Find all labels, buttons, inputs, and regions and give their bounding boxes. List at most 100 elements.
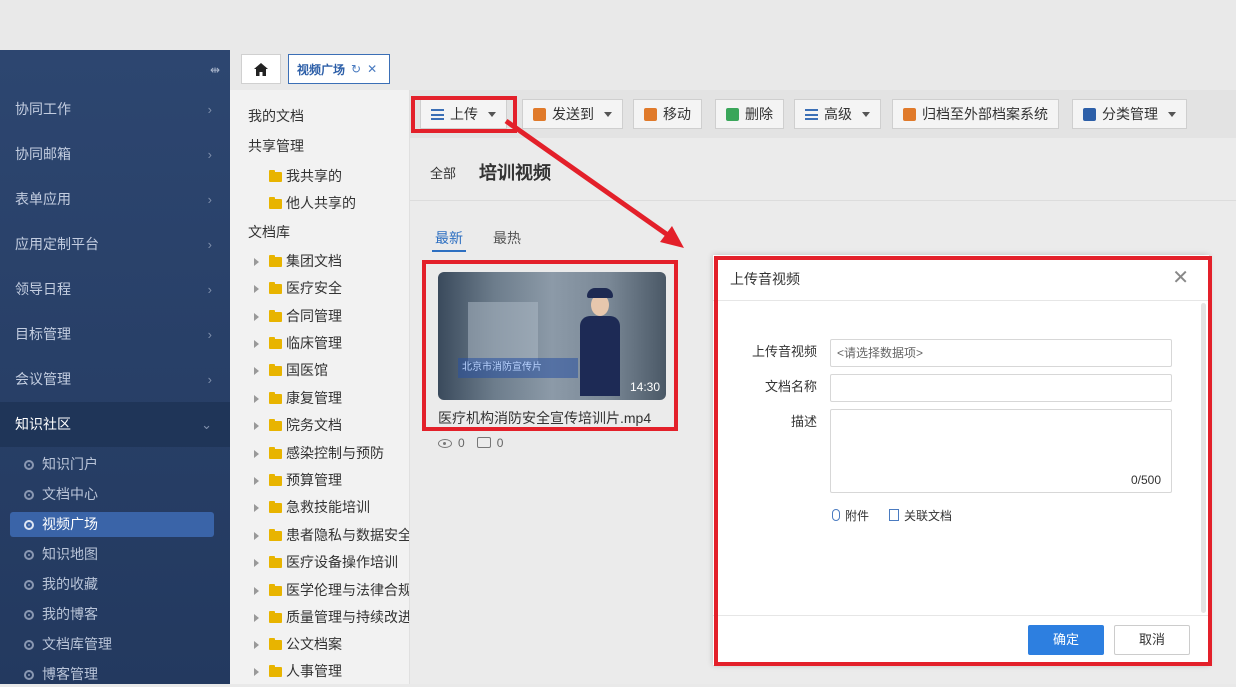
tree-item-folder[interactable]: 医疗设备操作培训	[254, 549, 398, 575]
tree-item-folder[interactable]: 急救技能培训	[254, 494, 370, 520]
menu-label: 知识社区	[15, 416, 71, 432]
folder-tree: 我的文档 共享管理 我共享的 他人共享的 文档库 集团文档 医疗安全 合同管理 …	[230, 90, 410, 684]
archive-button[interactable]: 归档至外部档案系统	[892, 99, 1059, 129]
tree-item-folder[interactable]: 集团文档	[254, 248, 342, 274]
divider	[410, 200, 1236, 201]
menu-item-forms[interactable]: 表单应用 ›	[0, 177, 230, 222]
home-tab[interactable]	[241, 54, 281, 84]
sub-item-blog-admin[interactable]: 博客管理	[10, 662, 214, 687]
menu-item-knowledge[interactable]: 知识社区 ⌄	[0, 402, 230, 447]
menu-item-schedule[interactable]: 领导日程 ›	[0, 267, 230, 312]
tree-item-folder[interactable]: 院务文档	[254, 412, 342, 438]
tree-item-folder[interactable]: 医疗安全	[254, 275, 342, 301]
tree-item-folder[interactable]: 人事管理	[254, 658, 342, 684]
expand-arrow-icon[interactable]	[254, 614, 259, 622]
folder-icon	[269, 556, 282, 568]
tree-item-library[interactable]: 文档库	[248, 219, 290, 245]
send-to-button[interactable]: 发送到	[522, 99, 623, 129]
expand-arrow-icon[interactable]	[254, 477, 259, 485]
tree-label: 临床管理	[286, 335, 342, 351]
tree-label: 康复管理	[286, 390, 342, 406]
comment-count: 0	[476, 436, 503, 450]
sub-label: 我的博客	[42, 606, 98, 622]
tree-item-folder[interactable]: 预算管理	[254, 467, 342, 493]
radio-dot-icon	[24, 490, 34, 500]
tree-label: 共享管理	[248, 138, 304, 154]
tree-item-my-docs[interactable]: 我的文档	[248, 103, 304, 129]
folder-icon	[269, 337, 282, 349]
menu-label: 表单应用	[15, 191, 71, 207]
expand-arrow-icon[interactable]	[254, 367, 259, 375]
tab-latest[interactable]: 最新	[435, 228, 463, 248]
sub-label: 我的收藏	[42, 576, 98, 592]
category-button[interactable]: 分类管理	[1072, 99, 1187, 129]
expand-arrow-icon[interactable]	[254, 395, 259, 403]
expand-arrow-icon[interactable]	[254, 641, 259, 649]
sub-label: 知识地图	[42, 546, 98, 562]
move-button[interactable]: 移动	[633, 99, 702, 129]
sub-item-my-blog[interactable]: 我的博客	[10, 602, 214, 627]
menu-item-app-platform[interactable]: 应用定制平台 ›	[0, 222, 230, 267]
menu-item-mail[interactable]: 协同邮箱 ›	[0, 132, 230, 177]
sub-item-doc-center[interactable]: 文档中心	[10, 482, 214, 507]
trash-icon	[726, 107, 739, 121]
sub-item-library-admin[interactable]: 文档库管理	[10, 632, 214, 657]
page-title: 培训视频	[479, 163, 551, 183]
delete-button[interactable]: 删除	[715, 99, 784, 129]
tab-hottest[interactable]: 最热	[493, 228, 521, 248]
tree-item-folder[interactable]: 患者隐私与数据安全	[254, 522, 409, 548]
expand-arrow-icon[interactable]	[254, 504, 259, 512]
tree-item-shared-by-me[interactable]: 我共享的	[269, 163, 342, 189]
folder-icon	[269, 170, 282, 182]
menu-item-meetings[interactable]: 会议管理 ›	[0, 357, 230, 402]
views-value: 0	[458, 436, 465, 450]
expand-arrow-icon[interactable]	[254, 422, 259, 430]
expand-arrow-icon[interactable]	[254, 559, 259, 567]
sub-item-video-square[interactable]: 视频广场	[10, 512, 214, 537]
expand-arrow-icon[interactable]	[254, 668, 259, 676]
expand-arrow-icon[interactable]	[254, 450, 259, 458]
folder-icon	[269, 419, 282, 431]
advanced-button[interactable]: 高级	[794, 99, 881, 129]
collapse-sidebar-icon[interactable]: ⇹	[210, 63, 220, 77]
expand-arrow-icon[interactable]	[254, 587, 259, 595]
tree-item-folder[interactable]: 公文档案	[254, 631, 342, 657]
tree-item-folder[interactable]: 感染控制与预防	[254, 440, 384, 466]
tree-item-folder[interactable]: 质量管理与持续改进	[254, 604, 410, 630]
close-icon[interactable]: ✕	[367, 62, 377, 76]
expand-arrow-icon[interactable]	[254, 313, 259, 321]
breadcrumb-all[interactable]: 全部	[430, 163, 456, 182]
menu-item-goals[interactable]: 目标管理 ›	[0, 312, 230, 357]
tree-item-folder[interactable]: 国医馆	[254, 357, 328, 383]
tree-label: 质量管理与持续改进	[286, 609, 410, 625]
tree-item-folder[interactable]: 合同管理	[254, 303, 342, 329]
menu-item-collaborate[interactable]: 协同工作 ›	[0, 87, 230, 132]
folder-icon	[269, 310, 282, 322]
tree-label: 合同管理	[286, 308, 342, 324]
tree-label: 医学伦理与法律合规	[286, 582, 410, 598]
tree-item-folder[interactable]: 临床管理	[254, 330, 342, 356]
radio-dot-icon	[24, 670, 34, 680]
tree-item-folder[interactable]: 医学伦理与法律合规	[254, 577, 410, 603]
expand-arrow-icon[interactable]	[254, 258, 259, 266]
tree-item-folder[interactable]: 康复管理	[254, 385, 342, 411]
sub-item-portal[interactable]: 知识门户	[10, 452, 214, 477]
caret-down-icon	[862, 111, 870, 117]
button-label: 分类管理	[1102, 106, 1158, 122]
expand-arrow-icon[interactable]	[254, 532, 259, 540]
sub-label: 博客管理	[42, 666, 98, 682]
menu-label: 协同工作	[15, 101, 71, 117]
tree-item-shared-by-others[interactable]: 他人共享的	[269, 190, 356, 216]
sub-item-favorites[interactable]: 我的收藏	[10, 572, 214, 597]
tree-label: 公文档案	[286, 636, 342, 652]
tab-video-square[interactable]: 视频广场 ↻ ✕	[288, 54, 390, 84]
expand-arrow-icon[interactable]	[254, 340, 259, 348]
tree-item-share-admin[interactable]: 共享管理	[248, 133, 304, 159]
sidebar: ⇹ 协同工作 › 协同邮箱 › 表单应用 › 应用定制平台 › 领导日程 › 目标管理 › …	[0, 50, 230, 684]
sub-item-knowledge-map[interactable]: 知识地图	[10, 542, 214, 567]
tree-label: 急救技能培训	[286, 499, 370, 515]
radio-dot-icon	[24, 580, 34, 590]
refresh-icon[interactable]: ↻	[351, 62, 361, 76]
tree-label: 我共享的	[286, 168, 342, 184]
expand-arrow-icon[interactable]	[254, 285, 259, 293]
